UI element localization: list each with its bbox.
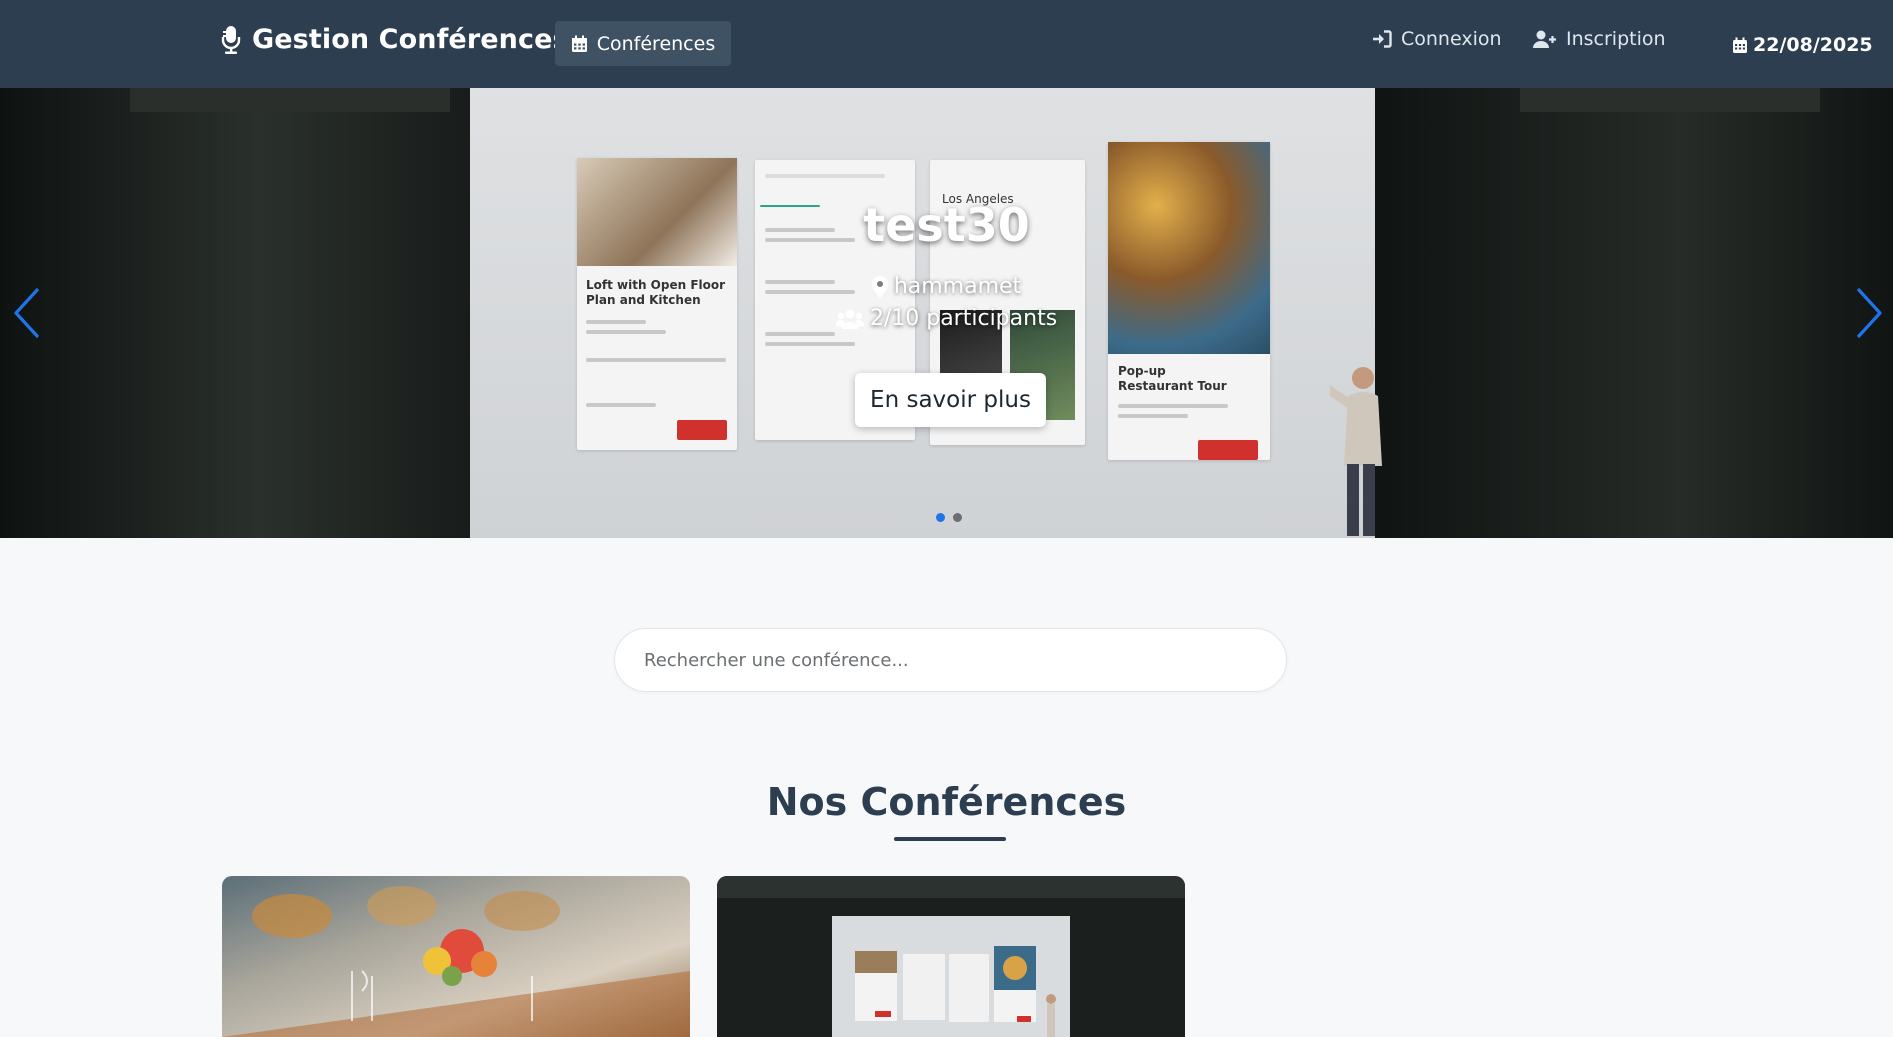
conference-card-image — [222, 876, 690, 1037]
section-title: Nos Conférences — [766, 780, 1127, 824]
current-date-text: 22/08/2025 — [1753, 34, 1873, 56]
nav-conferences-button[interactable]: Conférences — [555, 21, 731, 66]
carousel-caption: test30 hammamet 2/10 participants En sav… — [0, 88, 1893, 538]
nav-login-label: Connexion — [1401, 28, 1502, 50]
microphone-icon — [221, 25, 241, 54]
users-icon — [835, 309, 864, 329]
conference-card-image — [717, 876, 1185, 1037]
nav-signup-label: Inscription — [1566, 28, 1666, 50]
calendar-icon — [571, 35, 587, 52]
sign-in-icon — [1373, 30, 1392, 48]
carousel-indicator-2[interactable] — [953, 513, 962, 522]
conference-card[interactable] — [222, 876, 690, 1037]
conference-title: test30 — [863, 198, 1030, 252]
search-bar — [614, 628, 1287, 692]
brand-link[interactable]: Gestion Conférences — [220, 24, 569, 55]
nav-login-link[interactable]: Connexion — [1372, 28, 1502, 50]
carousel-indicators — [936, 513, 962, 522]
conference-location: hammamet — [0, 274, 1893, 299]
user-plus-icon — [1533, 30, 1556, 48]
section-title-underline — [894, 837, 1006, 841]
nav-conferences-label: Conférences — [596, 32, 716, 55]
navbar: Gestion Conférences Conférences Connexio… — [0, 0, 1893, 88]
conference-participants: 2/10 participants — [0, 306, 1893, 331]
carousel-indicator-1[interactable] — [936, 513, 945, 522]
learn-more-button[interactable]: En savoir plus — [855, 373, 1046, 427]
chevron-right-icon — [1856, 287, 1882, 339]
search-input[interactable] — [615, 629, 1286, 691]
brand-title: Gestion Conférences — [252, 24, 569, 55]
carousel-prev-button[interactable] — [8, 283, 44, 343]
carousel-next-button[interactable] — [1852, 283, 1888, 343]
chevron-left-icon — [14, 287, 40, 339]
hero-carousel: Loft with Open Floor Plan and Kitchen Lo… — [0, 88, 1893, 538]
conference-participants-text: 2/10 participants — [869, 306, 1058, 331]
conference-location-text: hammamet — [893, 274, 1022, 299]
nav-signup-link[interactable]: Inscription — [1533, 28, 1666, 50]
conference-card[interactable] — [717, 876, 1185, 1037]
current-date: 22/08/2025 — [1732, 34, 1873, 56]
map-pin-icon — [871, 275, 888, 298]
calendar-icon — [1733, 37, 1747, 53]
